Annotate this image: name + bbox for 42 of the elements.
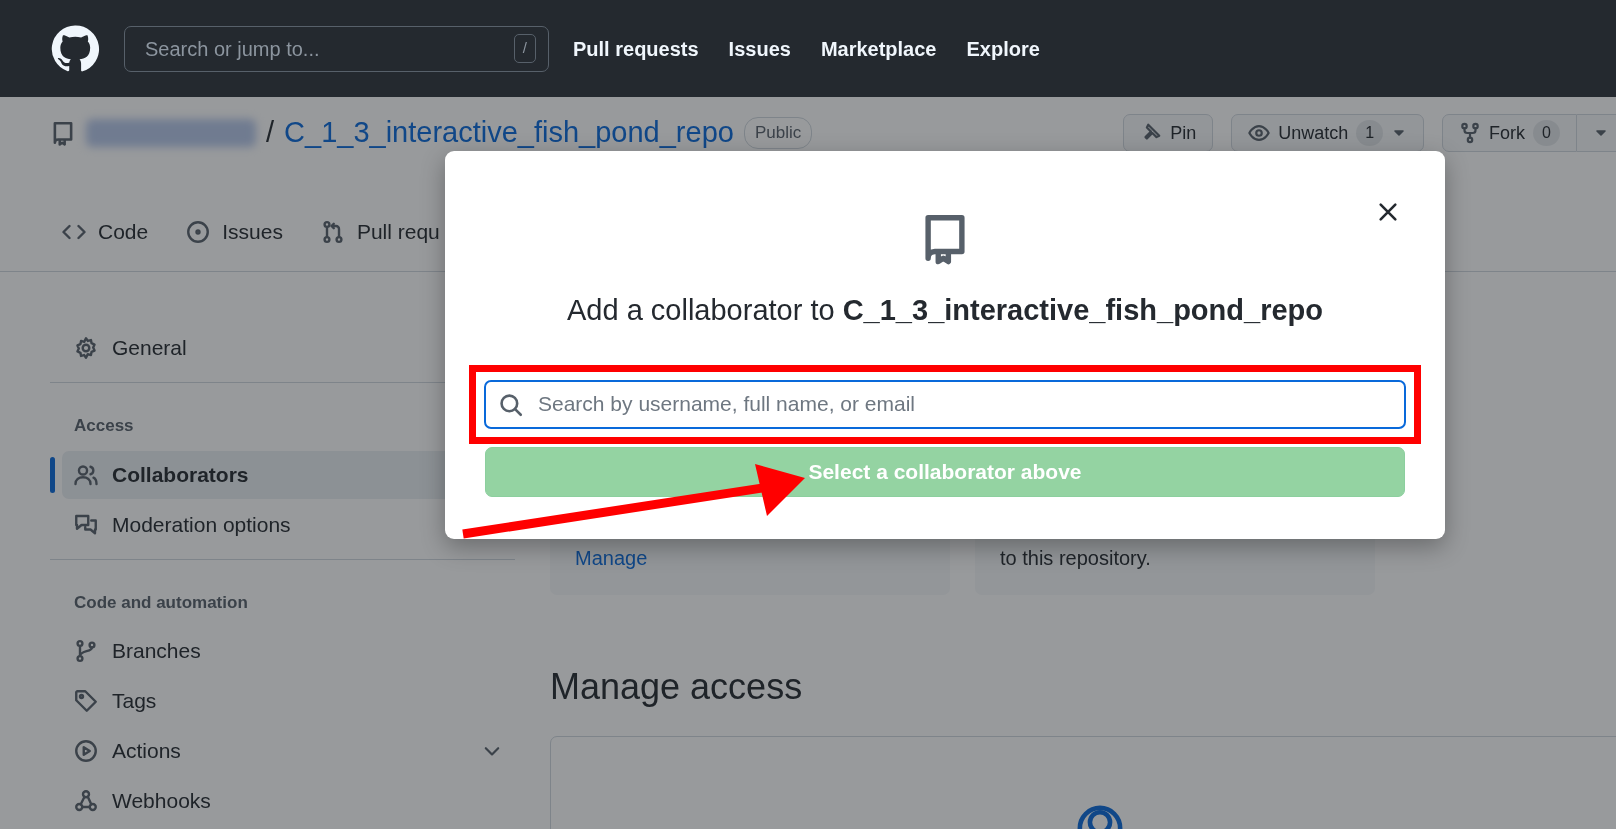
- section-heading: Access: [73, 415, 135, 437]
- search-icon: [498, 391, 524, 418]
- sidebar-item[interactable]: Actions: [62, 727, 515, 775]
- tab[interactable]: Pull requ: [320, 216, 440, 248]
- tag-icon: [74, 689, 98, 713]
- manage-link[interactable]: Manage: [575, 543, 648, 573]
- people-icon: [74, 462, 98, 487]
- tab[interactable]: Issues: [186, 216, 283, 248]
- shortcut-key: /: [513, 34, 536, 63]
- fork-icon: [1459, 122, 1482, 144]
- watch-button[interactable]: Unwatch 1: [1231, 114, 1425, 152]
- dialog-title: Add a collaborator to C_1_3_interactive_fish_pond_repo: [567, 293, 1323, 328]
- nav-link[interactable]: Explore: [966, 33, 1040, 64]
- fork-button[interactable]: Fork 0: [1442, 114, 1577, 152]
- logo-icon[interactable]: [50, 23, 100, 74]
- sidebar-item[interactable]: General: [62, 324, 515, 372]
- play-icon: [74, 739, 98, 763]
- sidebar-item[interactable]: Webhooks: [62, 777, 515, 825]
- branch-icon: [74, 639, 98, 663]
- card-text: to this repository.: [1000, 546, 1151, 571]
- nav-link[interactable]: Marketplace: [820, 33, 937, 64]
- section-title: Manage access: [550, 665, 804, 709]
- webhook-icon: [74, 789, 98, 813]
- search-field[interactable]: Search or jump to... /: [124, 25, 549, 72]
- comments-icon: [74, 512, 98, 537]
- search-field[interactable]: Search by username, full name, or email: [484, 379, 1406, 429]
- eye-icon: [1248, 122, 1271, 144]
- pin-button[interactable]: Pin: [1123, 114, 1214, 152]
- selection-bar: [50, 456, 55, 493]
- visibility-label: Public: [743, 117, 813, 149]
- sidebar-item[interactable]: Branches: [62, 627, 515, 675]
- nav-link[interactable]: Pull requests: [573, 33, 699, 64]
- repo-name-link[interactable]: C_1_3_interactive_fish_pond_repo: [284, 111, 734, 155]
- section-heading: Code and automation: [73, 591, 249, 614]
- sidebar-item[interactable]: Moderation options: [62, 500, 515, 549]
- sidebar-item[interactable]: Tags: [62, 677, 515, 725]
- pull-request-icon: [320, 220, 345, 244]
- tab[interactable]: Code: [62, 216, 149, 248]
- separator: /: [266, 115, 275, 151]
- nav-link[interactable]: Issues: [728, 33, 791, 64]
- issue-icon: [186, 220, 211, 244]
- settings-icon: [74, 336, 98, 360]
